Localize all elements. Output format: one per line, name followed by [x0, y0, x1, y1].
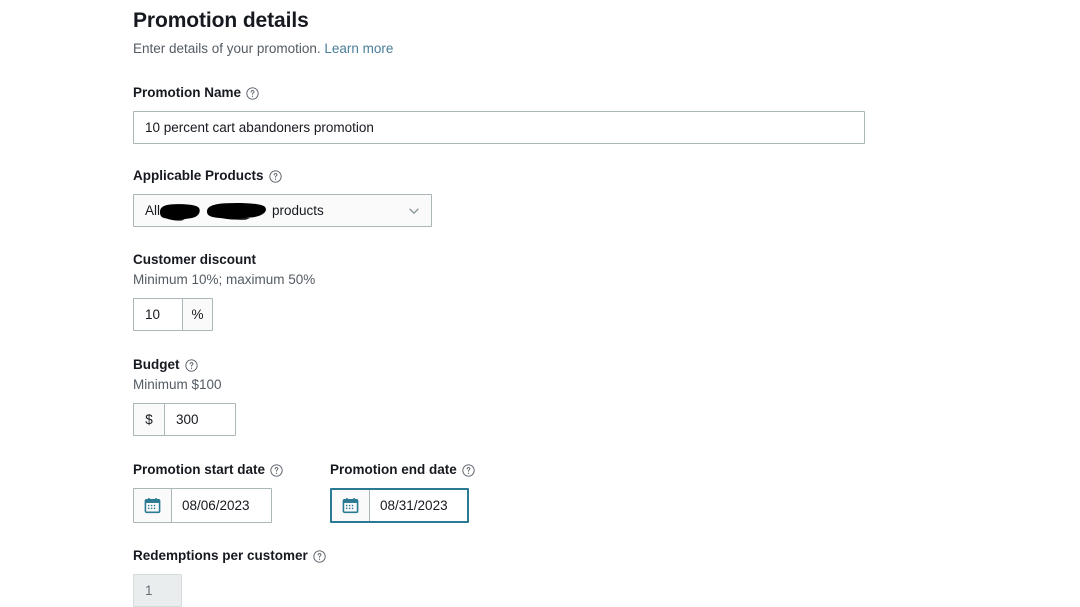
field-redemptions-per-customer: Redemptions per customer — [133, 547, 1013, 607]
promotion-name-label-text: Promotion Name — [133, 85, 242, 100]
budget-group: $ — [133, 403, 236, 436]
redemptions-per-customer-label: Redemptions per customer — [133, 547, 1013, 565]
redemptions-per-customer-label-text: Redemptions per customer — [133, 548, 308, 563]
calendar-icon — [342, 498, 359, 514]
date-row: Promotion start date 08/06/2023 Promotio… — [133, 461, 1013, 523]
field-applicable-products: Applicable Products All products — [133, 167, 1013, 227]
page-subtitle-text: Enter details of your promotion. — [133, 41, 321, 56]
customer-discount-row: % — [133, 298, 1013, 331]
budget-label: Budget — [133, 356, 1013, 374]
budget-row: $ — [133, 403, 1013, 436]
applicable-products-row: All products — [133, 194, 1013, 227]
promotion-end-date-label: Promotion end date — [330, 461, 475, 479]
customer-discount-input[interactable] — [133, 298, 182, 331]
question-circle-icon[interactable] — [246, 86, 259, 100]
redemptions-per-customer-input — [133, 574, 182, 607]
chevron-down-icon[interactable] — [407, 204, 421, 218]
page-subtitle: Enter details of your promotion. Learn m… — [133, 39, 1013, 58]
redemptions-per-customer-row — [133, 574, 1013, 607]
customer-discount-label: Customer discount — [133, 251, 1013, 269]
promotion-end-date-calendar-button[interactable] — [332, 490, 371, 521]
promotion-end-date-input[interactable] — [370, 490, 469, 521]
promotion-start-date-calendar-button[interactable] — [134, 489, 172, 522]
promotion-name-label: Promotion Name — [133, 84, 1013, 102]
promotion-start-date-group[interactable] — [133, 488, 272, 523]
field-promotion-start-date: Promotion start date — [133, 461, 283, 523]
customer-discount-label-text: Customer discount — [133, 252, 257, 267]
page-title: Promotion details — [133, 9, 309, 32]
applicable-products-select[interactable]: All products — [133, 194, 432, 227]
field-promotion-end-date: Promotion end date — [330, 461, 475, 523]
customer-discount-group: % — [133, 298, 213, 331]
applicable-products-label-text: Applicable Products — [133, 168, 264, 183]
question-circle-icon[interactable] — [184, 358, 198, 372]
question-circle-icon[interactable] — [313, 549, 326, 563]
promotion-name-input-row — [133, 111, 1013, 144]
question-circle-icon[interactable] — [462, 463, 475, 477]
field-customer-discount: Customer discount Minimum 10%; maximum 5… — [133, 251, 1013, 331]
promotion-start-date-label: Promotion start date — [133, 461, 283, 479]
question-circle-icon[interactable] — [268, 169, 282, 183]
promotion-start-date-input[interactable] — [172, 489, 270, 522]
budget-input[interactable] — [164, 403, 236, 436]
promotion-end-date-label-text: Promotion end date — [330, 462, 457, 477]
calendar-icon — [144, 498, 161, 514]
currency-prefix: $ — [133, 403, 164, 436]
promotion-end-date-group[interactable] — [330, 488, 470, 523]
promotion-name-input[interactable] — [133, 111, 865, 144]
applicable-products-value-prefix: All — [145, 203, 161, 218]
field-dates: Promotion start date 08/06/2023 Promotio… — [133, 461, 1013, 523]
promotion-details-page: Promotion details Enter details of your … — [0, 0, 1080, 607]
form-content: Promotion details Enter details of your … — [133, 0, 1013, 607]
field-promotion-name: Promotion Name — [133, 84, 1013, 144]
percent-suffix: % — [182, 298, 213, 331]
applicable-products-value-suffix: products — [272, 203, 324, 218]
applicable-products-value: All products — [134, 203, 324, 218]
question-circle-icon[interactable] — [270, 463, 283, 477]
customer-discount-hint: Minimum 10%; maximum 50% — [133, 272, 316, 287]
applicable-products-label: Applicable Products — [133, 167, 1013, 185]
promotion-start-date-label-text: Promotion start date — [133, 462, 266, 477]
budget-hint: Minimum $100 — [133, 377, 222, 392]
budget-label-text: Budget — [133, 357, 180, 372]
field-budget: Budget Minimum $100 $ — [133, 356, 1013, 436]
learn-more-link[interactable]: Learn more — [324, 41, 393, 56]
